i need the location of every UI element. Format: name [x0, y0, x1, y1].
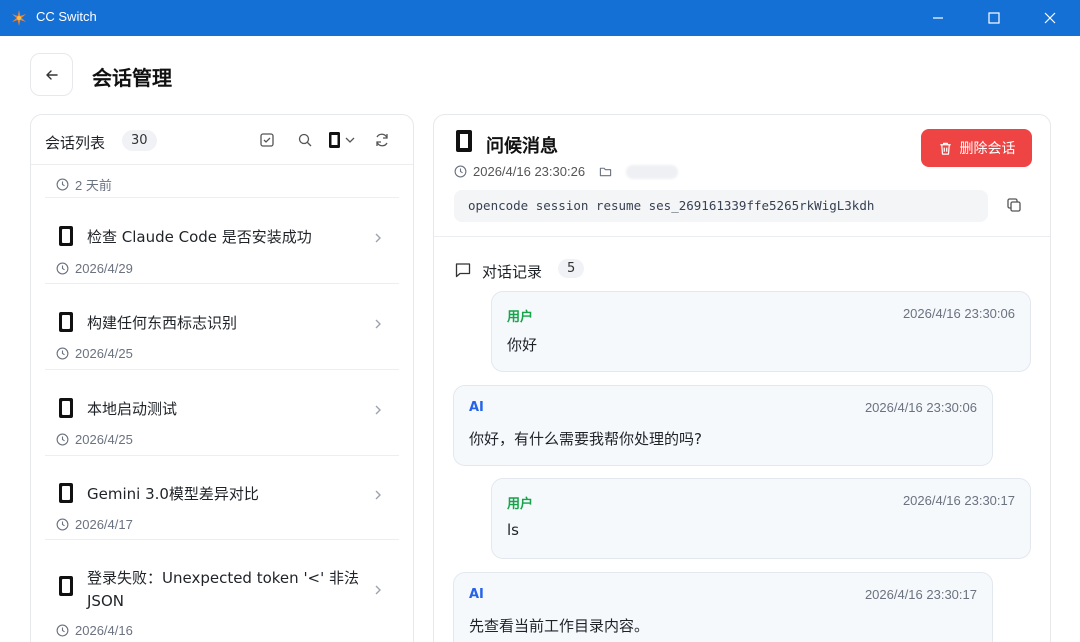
- session-time-label: 2 天前: [75, 178, 112, 193]
- close-button[interactable]: [1026, 0, 1074, 36]
- message-bubble: 用户 2026/4/16 23:30:17 ls: [491, 478, 1031, 559]
- session-count-badge: 30: [122, 130, 157, 151]
- redacted-project-path: [626, 164, 679, 179]
- session-date: 2026/4/29: [56, 261, 133, 276]
- session-list-item[interactable]: 登录失败：Unexpected token '<' 非法 JSON 2026/4…: [31, 540, 413, 642]
- message-square-icon: [454, 261, 472, 279]
- close-icon: [1044, 12, 1056, 24]
- checkbox-icon: [260, 133, 274, 147]
- session-item-title: 登录失败：Unexpected token '<' 非法 JSON: [87, 569, 360, 610]
- back-button[interactable]: [30, 53, 73, 96]
- chevron-right-icon: [371, 316, 385, 330]
- session-app-icon: [59, 398, 73, 418]
- session-date: 2026/4/25: [56, 346, 133, 361]
- session-list-header: 会话列表 30: [31, 115, 413, 165]
- message-role: AI: [469, 587, 484, 602]
- app-filter-icon: [329, 132, 355, 148]
- session-item-title: Gemini 3.0模型差异对比: [87, 485, 259, 503]
- session-item-title: 本地启动测试: [87, 400, 178, 418]
- session-date-label: 2026/4/29: [75, 261, 133, 276]
- message-time: 2026/4/16 23:30:06: [902, 306, 1015, 321]
- message-time: 2026/4/16 23:30:06: [864, 400, 977, 415]
- message-bubble: AI 2026/4/16 23:30:17 先查看当前工作目录内容。: [453, 572, 993, 642]
- conversation-count-badge: 5: [558, 259, 585, 278]
- session-item-title: 检查 Claude Code 是否安装成功: [87, 228, 312, 246]
- message-text: 先查看当前工作目录内容。: [469, 617, 650, 635]
- message-text: 你好: [507, 336, 538, 354]
- session-list-item[interactable]: 检查 Claude Code 是否安装成功 2026/4/29: [31, 198, 413, 282]
- session-list-item[interactable]: Gemini 3.0模型差异对比 2026/4/17: [31, 456, 413, 540]
- copy-icon: [1007, 198, 1021, 212]
- resume-command-box: opencode session resume ses_269161339ffe…: [454, 190, 988, 222]
- session-date-label: 2026/4/25: [75, 346, 133, 361]
- clock-icon: [56, 178, 69, 191]
- trash-icon: [939, 142, 951, 155]
- session-list-item[interactable]: 本地启动测试 2026/4/25: [31, 370, 413, 454]
- maximize-button[interactable]: [970, 0, 1018, 36]
- session-date-label: 2026/4/25: [75, 432, 133, 447]
- session-list-item[interactable]: 构建任何东西标志识别 2026/4/25: [31, 284, 413, 368]
- session-date-label: 2026/4/16: [75, 623, 133, 638]
- session-date: 2026/4/25: [56, 432, 133, 447]
- refresh-button[interactable]: [373, 131, 391, 149]
- message-bubble: AI 2026/4/16 23:30:06 你好，有什么需要我帮你处理的吗?: [453, 385, 993, 466]
- session-title: 问候消息: [486, 136, 558, 157]
- message-text: 你好，有什么需要我帮你处理的吗?: [469, 430, 702, 448]
- window-title: CC Switch: [36, 9, 97, 24]
- conversation-title: 对话记录: [482, 263, 543, 281]
- page-title: 会话管理: [92, 66, 172, 90]
- search-icon: [298, 133, 312, 147]
- window-title-bar: CC Switch: [0, 0, 1080, 36]
- copy-command-button[interactable]: [1006, 197, 1024, 215]
- session-item-title: 构建任何东西标志识别: [87, 314, 238, 332]
- minimize-icon: [933, 17, 943, 19]
- clock-icon: [454, 165, 467, 178]
- delete-session-button[interactable]: 删除会话: [921, 129, 1032, 167]
- message-time: 2026/4/16 23:30:17: [902, 493, 1015, 508]
- minimize-button[interactable]: [914, 0, 962, 36]
- message-text: ls: [507, 521, 519, 539]
- session-list-panel: 会话列表 30 2 天前 检查 Claude Code 是否安装成功 2026/…: [30, 114, 414, 642]
- session-app-icon: [59, 483, 73, 503]
- message-role: AI: [469, 400, 484, 415]
- chevron-right-icon: [371, 487, 385, 501]
- session-app-icon: [456, 130, 472, 152]
- clock-icon: [56, 433, 69, 446]
- message-bubble: 用户 2026/4/16 23:30:06 你好: [491, 291, 1031, 372]
- session-date: 2026/4/17: [56, 517, 133, 532]
- clock-icon: [56, 262, 69, 275]
- session-timestamp: 2026/4/16 23:30:26: [473, 164, 586, 179]
- session-meta: 2026/4/16 23:30:26: [454, 164, 679, 179]
- session-app-icon: [59, 226, 73, 246]
- session-date: 2026/4/16: [56, 623, 133, 638]
- session-list-title: 会话列表: [45, 134, 106, 152]
- refresh-icon: [376, 133, 388, 147]
- app-filter-dropdown[interactable]: [328, 131, 358, 149]
- arrow-left-icon: [45, 69, 58, 80]
- select-mode-button[interactable]: [258, 131, 276, 149]
- chevron-right-icon: [371, 582, 385, 596]
- folder-icon: [599, 167, 612, 177]
- chevron-right-icon: [371, 402, 385, 416]
- session-app-icon: [59, 576, 73, 596]
- message-role: 用户: [507, 310, 534, 325]
- clock-icon: [56, 518, 69, 531]
- search-button[interactable]: [296, 131, 314, 149]
- clock-icon: [56, 624, 69, 637]
- cc-switch-logo-icon: [12, 10, 26, 26]
- divider: [434, 236, 1050, 237]
- message-role: 用户: [507, 497, 534, 512]
- clock-icon: [56, 347, 69, 360]
- chevron-right-icon: [371, 230, 385, 244]
- session-date-label: 2026/4/17: [75, 517, 133, 532]
- message-time: 2026/4/16 23:30:17: [864, 587, 977, 602]
- delete-session-label: 删除会话: [959, 141, 1016, 157]
- session-app-icon: [59, 312, 73, 332]
- maximize-icon: [988, 12, 1000, 24]
- session-time: 2 天前: [56, 175, 112, 194]
- session-detail-panel: 问候消息 删除会话 2026/4/16 23:30:26 opencode se…: [433, 114, 1051, 642]
